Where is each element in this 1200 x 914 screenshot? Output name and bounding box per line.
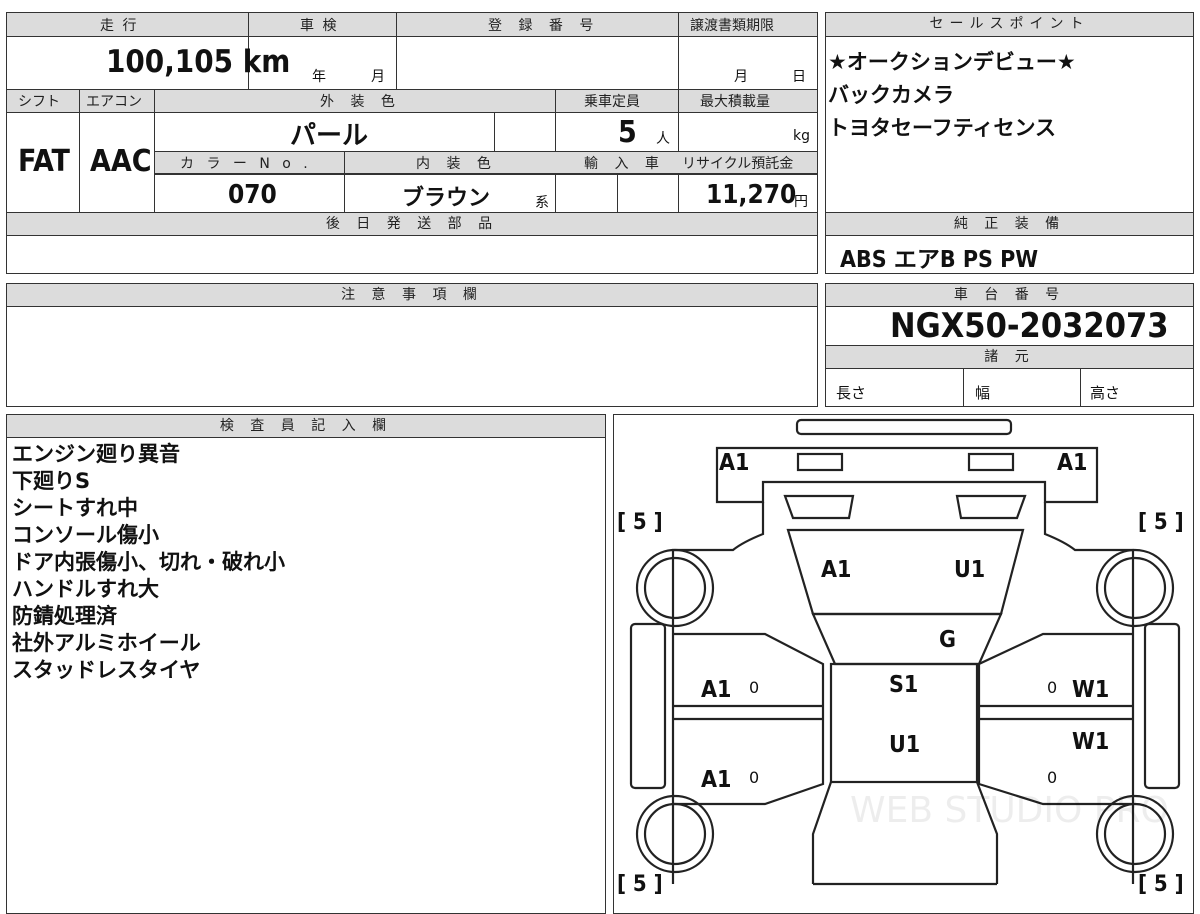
mark-right-front-door: W1 [1072, 677, 1110, 703]
chassis-header: 車 台 番 号 [826, 284, 1193, 307]
note-line: 下廻りS [12, 469, 91, 493]
interior-value: ブラウン [402, 186, 491, 211]
caution-label: 注 意 事 項 欄 [341, 287, 483, 303]
transfer-label: 譲渡書類期限 [690, 18, 774, 34]
mark-hood-left: A1 [821, 557, 852, 583]
later-parts-label: 後 日 発 送 部 品 [325, 216, 499, 232]
mark-small-l1: 0 [749, 678, 760, 697]
mark-small-r2: 0 [1047, 768, 1058, 787]
spec-header: 諸 元 [826, 346, 1193, 369]
mark-small-l2: 0 [749, 768, 760, 787]
mark-roof-2: U1 [889, 732, 921, 758]
mark-front-left: A1 [719, 450, 750, 476]
note-line: ハンドルすれ大 [12, 577, 159, 601]
equipment-label: 純 正 装 備 [953, 216, 1066, 232]
note-line: 防錆処理済 [12, 604, 117, 628]
tire-br: [ 5 ] [1138, 872, 1184, 897]
recycle-unit: 円 [794, 194, 808, 210]
inspection-year-unit: 年 [312, 69, 326, 85]
color-no-label: カ ラ ー N o . [180, 156, 312, 172]
import-label: 輸 入 車 [584, 156, 665, 172]
equipment-header: 純 正 装 備 [826, 213, 1193, 236]
color-no-value: 070 [228, 180, 277, 210]
chassis-label: 車 台 番 号 [953, 287, 1066, 303]
height-label: 高さ [1090, 384, 1121, 402]
sales-line-2: バックカメラ [828, 83, 954, 107]
mark-hood-right: U1 [954, 557, 986, 583]
capacity-value: 5 [618, 115, 637, 150]
inspector-header: 検 査 員 記 入 欄 [7, 415, 605, 438]
sales-line-3: トヨタセーフティセンス [828, 116, 1057, 140]
watermark: WEB STUDIO PRO [850, 790, 1169, 831]
mark-left-front-door: A1 [701, 677, 732, 703]
inspector-label: 検 査 員 記 入 欄 [219, 418, 393, 434]
tire-tr: [ 5 ] [1138, 510, 1184, 535]
mileage-label: 走 行 [100, 18, 139, 34]
mark-windshield: G [939, 627, 956, 653]
note-line: コンソール傷小 [12, 523, 159, 547]
ac-value: AAC [90, 144, 152, 179]
inspection-label: 車 検 [300, 18, 339, 34]
width-label: 幅 [975, 384, 991, 402]
chassis-value: NGX50-2032073 [890, 306, 1169, 346]
transfer-month-unit: 月 [734, 69, 748, 85]
note-line: スタッドレスタイヤ [12, 658, 201, 682]
recycle-label: リサイクル預託金 [682, 156, 794, 172]
mark-small-r1: 0 [1047, 678, 1058, 697]
mark-front-right: A1 [1057, 450, 1088, 476]
equipment-value: ABS エアB PS PW [840, 247, 1039, 273]
mark-right-rear-door: W1 [1072, 729, 1110, 755]
later-parts-header: 後 日 発 送 部 品 [7, 213, 817, 236]
exterior-label: 外 装 色 [320, 94, 401, 110]
shift-label: シフト [18, 94, 60, 110]
note-line: シートすれ中 [12, 496, 138, 520]
transfer-day-unit: 日 [792, 69, 806, 85]
tire-bl: [ 5 ] [617, 872, 663, 897]
max-load-unit: kg [793, 128, 810, 144]
inspector-notes: エンジン廻り異音 下廻りS シートすれ中 コンソール傷小 ドア内張傷小、切れ・破… [12, 441, 285, 684]
note-line: 社外アルミホイール [12, 631, 201, 655]
note-line: エンジン廻り異音 [12, 442, 180, 466]
note-line: ドア内張傷小、切れ・破れ小 [12, 550, 285, 574]
mark-roof-1: S1 [889, 672, 919, 698]
interior-label: 内 装 色 [416, 156, 497, 172]
length-label: 長さ [836, 384, 867, 402]
max-load-label: 最大積載量 [700, 94, 770, 110]
exterior-value: パール [290, 121, 369, 151]
sales-line-1: ★オークションデビュー★ [828, 50, 1076, 74]
recycle-value: 11,270 [706, 180, 797, 210]
tire-tl: [ 5 ] [617, 510, 663, 535]
capacity-label: 乗車定員 [584, 94, 640, 110]
caution-header: 注 意 事 項 欄 [7, 284, 817, 307]
sales-point-label: セールスポイント [929, 16, 1090, 32]
mark-left-rear-door: A1 [701, 767, 732, 793]
sales-point-header: セールスポイント [826, 13, 1193, 37]
shift-value: FAT [18, 144, 70, 179]
mileage-value: 100,105 km [106, 44, 291, 80]
interior-suffix: 系 [535, 195, 549, 211]
spec-label: 諸 元 [984, 349, 1035, 365]
inspection-month-unit: 月 [371, 69, 385, 85]
registration-label: 登 録 番 号 [488, 18, 600, 34]
ac-label: エアコン [86, 94, 142, 110]
capacity-unit: 人 [656, 131, 670, 147]
